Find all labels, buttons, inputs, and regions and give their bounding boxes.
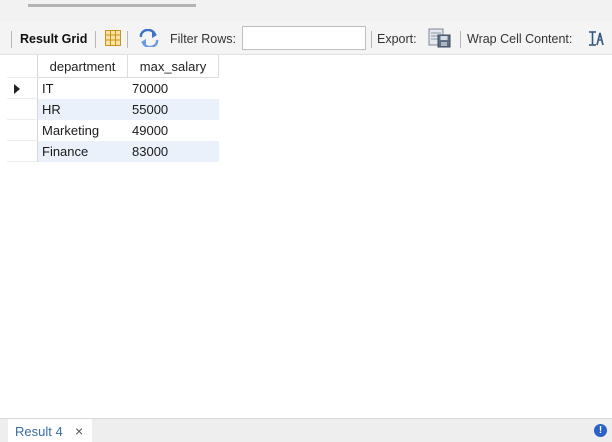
row-header[interactable] [7,99,38,120]
cell-max-salary[interactable]: 49000 [128,120,219,141]
current-row-arrow-icon [14,84,20,94]
table-row[interactable]: Finance 83000 [7,141,219,162]
export-label: Export: [377,32,417,46]
cell-max-salary[interactable]: 83000 [128,141,219,162]
close-icon[interactable]: × [75,423,83,439]
table-row[interactable]: IT 70000 [7,78,219,99]
row-header[interactable] [7,78,38,99]
column-header-max-salary[interactable]: max_salary [128,55,219,78]
top-strip [0,0,612,22]
toolbar-separator [127,31,128,48]
filter-rows-label: Filter Rows: [170,32,236,46]
cell-department[interactable]: HR [38,99,128,120]
table-row[interactable]: Marketing 49000 [7,120,219,141]
panel-resize-handle[interactable] [28,4,196,7]
tab-result-4[interactable]: Result 4 × [8,419,92,442]
cell-department[interactable]: IT [38,78,128,99]
toolbar-separator [460,31,461,48]
info-icon[interactable]: ! [594,424,607,437]
row-header[interactable] [7,120,38,141]
result-tab-bar: Result 4 × ! [0,418,612,442]
export-icon[interactable] [428,28,452,52]
toolbar-separator [95,31,96,48]
column-header-department[interactable]: department [38,55,128,78]
cell-max-salary[interactable]: 70000 [128,78,219,99]
result-grid-button[interactable]: Result Grid [20,32,87,46]
grid-header-row: department max_salary [7,55,219,78]
tab-result-4-label: Result 4 [15,424,63,439]
cell-max-salary[interactable]: 55000 [128,99,219,120]
wrap-text-icon[interactable] [588,30,604,50]
cell-department[interactable]: Marketing [38,120,128,141]
refresh-icon[interactable] [138,28,160,50]
toolbar-separator [11,31,12,48]
cell-department[interactable]: Finance [38,141,128,162]
row-header-corner[interactable] [7,55,38,78]
result-toolbar: Result Grid Filter Rows: Export: Wrap Ce… [0,22,612,55]
filter-rows-input[interactable] [242,26,366,50]
toolbar-separator [371,31,372,48]
grid-view-icon[interactable] [104,29,122,50]
wrap-cell-content-label: Wrap Cell Content: [467,32,573,46]
row-header[interactable] [7,141,38,162]
table-row[interactable]: HR 55000 [7,99,219,120]
